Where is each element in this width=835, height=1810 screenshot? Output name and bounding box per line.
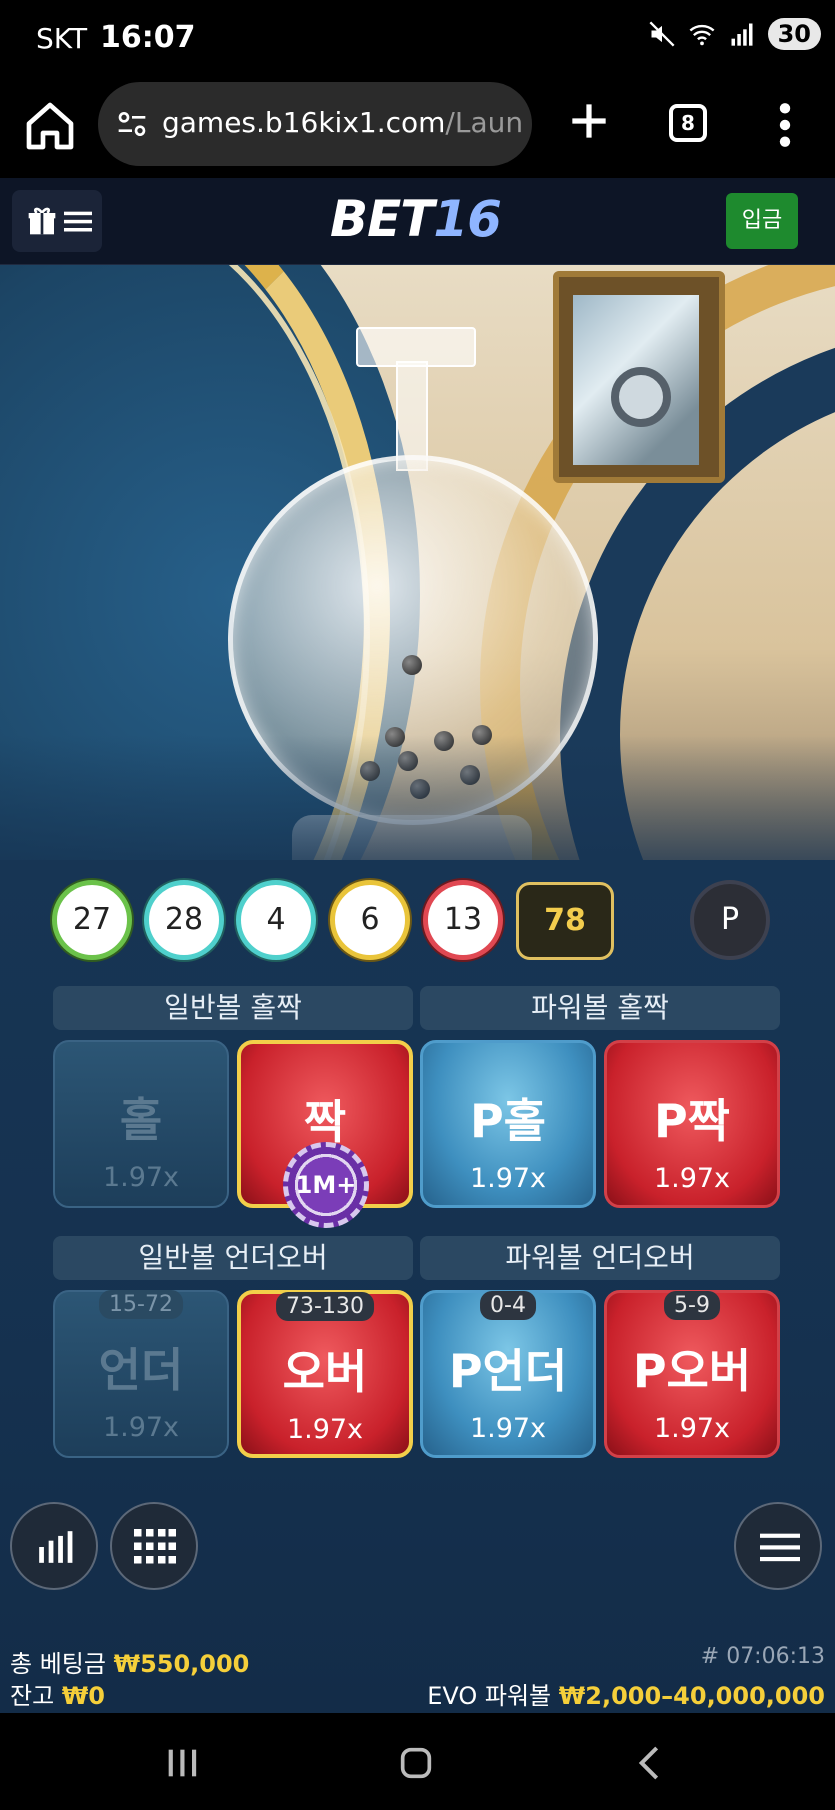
back-icon[interactable]: [630, 1743, 670, 1783]
bet-odds: 1.97x: [102, 1412, 180, 1443]
game-limits-line: EVO 파워볼 ₩2,000–40,000,000: [427, 1676, 825, 1711]
bet-label: 언더: [98, 1343, 184, 1397]
address-bar[interactable]: games.b16kix1.com/Launch: [98, 82, 532, 166]
section-power-underover: 파워볼 언더오버: [420, 1236, 780, 1280]
bet-limits: ₩2,000–40,000,000: [558, 1682, 825, 1710]
tab-switcher-button[interactable]: 8: [669, 104, 707, 142]
signal-icon: [731, 23, 753, 46]
menu-icon: [64, 211, 92, 232]
url-text[interactable]: games.b16kix1.com/Launch: [162, 106, 522, 139]
bet-range: 73-130: [276, 1292, 374, 1321]
bet-odd-button[interactable]: 홀 1.97x: [53, 1040, 229, 1208]
bet-odds: 1.97x: [286, 1414, 364, 1445]
bet-label: 오버: [282, 1345, 368, 1399]
sum-box: 78: [516, 882, 614, 960]
gift-icon: [28, 207, 56, 235]
home-nav-icon[interactable]: [396, 1743, 436, 1783]
section-power-oddeven: 파워볼 홀짝: [420, 986, 780, 1030]
bet-range: 0-4: [480, 1291, 536, 1320]
statistics-button[interactable]: [10, 1502, 98, 1590]
round-id: # 07:06:13: [700, 1644, 825, 1669]
site-settings-icon[interactable]: [116, 108, 148, 140]
game-menu-button[interactable]: [734, 1502, 822, 1590]
browser-toolbar: games.b16kix1.com/Launch 8: [0, 78, 835, 178]
bet-odds: 1.97x: [102, 1162, 180, 1193]
result-balls-row: 27 28 4 6 13 78 P: [0, 880, 835, 970]
bet-p-odd-button[interactable]: P홀 1.97x: [420, 1040, 596, 1208]
bet-label: P홀: [469, 1094, 547, 1148]
powerball-result: P: [690, 880, 770, 960]
lottery-ball: [402, 655, 422, 675]
bet-range: 15-72: [99, 1290, 183, 1319]
balance-label: 잔고: [10, 1682, 55, 1710]
battery-indicator: 30: [767, 18, 821, 50]
camera-monitor: [553, 271, 725, 483]
total-bet-line: 총 베팅금 ₩550,000: [10, 1644, 249, 1679]
home-icon[interactable]: [22, 98, 78, 154]
bet-p-even-button[interactable]: P짝 1.97x: [604, 1040, 780, 1208]
total-bet-value: ₩550,000: [113, 1650, 250, 1678]
bet-range: 5-9: [664, 1291, 720, 1320]
new-tab-icon[interactable]: [564, 96, 614, 146]
result-ball: 13: [423, 880, 503, 960]
bet-odds: 1.97x: [653, 1413, 731, 1444]
bet-chip: 1M+: [283, 1142, 369, 1228]
bet-under-button[interactable]: 15-72 언더 1.97x: [53, 1290, 229, 1458]
mute-icon: [649, 21, 675, 47]
result-ball: 6: [330, 880, 410, 960]
logo-number: 16: [433, 190, 502, 248]
bet-info-footer: 총 베팅금 ₩550,000 잔고 ₩0 # 07:06:13 EVO 파워볼 …: [0, 1640, 835, 1713]
game-name: EVO 파워볼: [427, 1682, 552, 1710]
clock: 16:07: [100, 20, 196, 55]
balance-value: ₩0: [61, 1682, 105, 1710]
url-host: games.b16kix1.com: [162, 106, 446, 139]
bet-odds: 1.97x: [653, 1163, 731, 1194]
system-navigation-bar: [0, 1713, 835, 1810]
history-grid-button[interactable]: [110, 1502, 198, 1590]
bet-label: P언더: [448, 1344, 568, 1398]
result-ball: 27: [52, 880, 132, 960]
bet-label: 홀: [119, 1093, 163, 1147]
url-path: /Launch: [445, 106, 522, 139]
bet-p-over-button[interactable]: 5-9 P오버 1.97x: [604, 1290, 780, 1458]
result-ball: 28: [144, 880, 224, 960]
live-video-stream: [0, 265, 835, 905]
total-bet-label: 총 베팅금: [10, 1650, 106, 1678]
hamburger-icon: [760, 1533, 800, 1562]
status-bar: SKT 16:07 30: [0, 0, 835, 78]
bet-odds: 1.97x: [469, 1163, 547, 1194]
wifi-icon: [689, 24, 715, 46]
section-normal-underover: 일반볼 언더오버: [53, 1236, 413, 1280]
site-logo[interactable]: BET16: [330, 190, 502, 248]
result-ball: 4: [236, 880, 316, 960]
status-icons: 30: [648, 18, 821, 50]
bet-over-button[interactable]: 73-130 오버 1.97x: [237, 1290, 413, 1458]
gift-menu-button[interactable]: [12, 190, 102, 252]
balance-line: 잔고 ₩0: [10, 1676, 105, 1711]
logo-text: BET: [330, 190, 434, 248]
carrier-label: SKT: [36, 22, 88, 55]
bet-even-button[interactable]: 짝 1M+: [237, 1040, 413, 1228]
bet-label: P짝: [653, 1094, 731, 1148]
section-normal-oddeven: 일반볼 홀짝: [53, 986, 413, 1030]
deposit-button[interactable]: 입금: [726, 193, 798, 249]
bet-p-under-button[interactable]: 0-4 P언더 1.97x: [420, 1290, 596, 1458]
bet-label: P오버: [632, 1344, 752, 1398]
screen: SKT 16:07 30 games.b16kix1.com/Launch 8 …: [0, 0, 835, 1810]
site-header: BET16 입금: [0, 178, 835, 265]
recent-apps-icon[interactable]: [162, 1743, 202, 1783]
bar-chart-icon: [39, 1531, 73, 1563]
bet-odds: 1.97x: [469, 1413, 547, 1444]
more-options-icon[interactable]: [770, 100, 800, 150]
grid-icon: [134, 1529, 176, 1564]
